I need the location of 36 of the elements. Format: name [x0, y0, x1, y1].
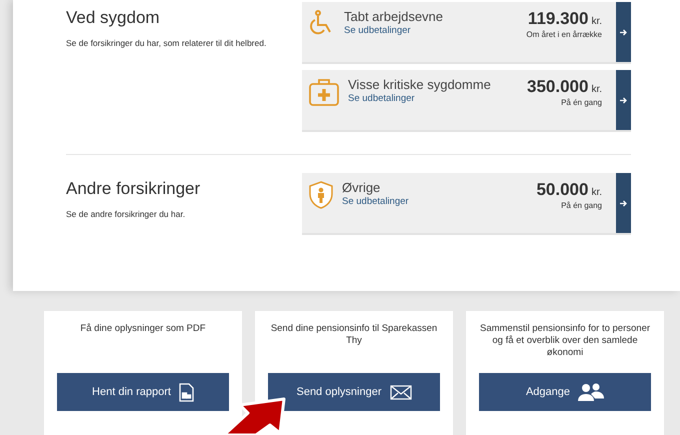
arrow-button[interactable] [616, 70, 631, 130]
payouts-link[interactable]: Se udbetalinger [348, 93, 519, 104]
arrow-right-icon [620, 200, 627, 206]
shield-person-icon [308, 180, 334, 210]
action-description: Send dine pensionsinfo til Sparekassen Thy [270, 323, 438, 348]
insurance-name: Visse kritiske sygdomme [348, 77, 492, 92]
action-button[interactable]: Adgange [479, 373, 651, 411]
arrow-right-icon [620, 96, 627, 104]
insurance-name: Øvrige [342, 180, 382, 195]
arrow-button[interactable] [616, 2, 631, 62]
payouts-link[interactable]: Se udbetalinger [342, 196, 528, 207]
action-description: Sammenstil pensionsinfo for to personer og få et overblik over den samlede økonomi [478, 323, 652, 360]
action-button[interactable]: Send oplysninger [268, 373, 440, 411]
payment-frequency: Om året i en årrække [526, 30, 602, 39]
insurance-name: Tabt arbejdsevne [344, 9, 444, 24]
arrow-right-icon [620, 28, 627, 36]
payment-frequency: På én gang [561, 98, 602, 107]
medical-kit-icon [308, 77, 340, 107]
amount: 350.000 [526, 77, 588, 97]
section-description: Se de forsikringer du har, som relaterer til dit helbred. [66, 38, 268, 48]
people-icon [578, 383, 604, 401]
amount: 119.300 [528, 9, 588, 29]
currency-unit: kr. [591, 16, 602, 27]
payouts-link[interactable]: Se udbetalinger [344, 25, 518, 36]
currency-unit: kr. [591, 84, 602, 95]
action-button[interactable]: Hent din rapport [57, 373, 229, 411]
envelope-icon [390, 384, 412, 400]
action-description: Få dine oplysninger som PDF [80, 323, 206, 336]
document-icon [178, 382, 194, 402]
section-title: Andre forsikringer [66, 179, 202, 199]
payment-frequency: På én gang [561, 201, 602, 210]
currency-unit: kr. [591, 187, 602, 198]
section-description: Se de andre forsikringer du har. [66, 209, 186, 219]
section-title: Ved sygdom [66, 8, 161, 28]
amount: 50.000 [536, 180, 588, 200]
arrow-button[interactable] [616, 173, 631, 233]
